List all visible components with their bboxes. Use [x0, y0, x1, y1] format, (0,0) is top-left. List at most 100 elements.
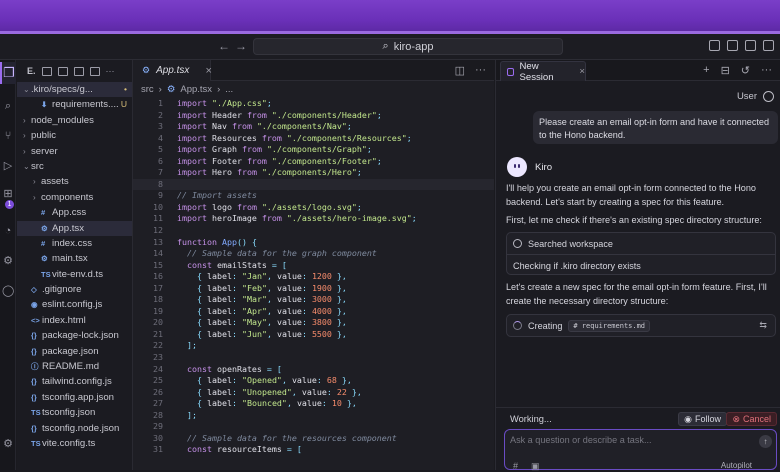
- breadcrumb-chevron-icon: ›: [158, 84, 162, 95]
- more-actions-icon[interactable]: ···: [106, 66, 115, 76]
- search-activity-icon[interactable]: ⌕: [2, 100, 14, 112]
- manage-icon[interactable]: ⚙: [2, 438, 14, 450]
- code-token: import: [177, 213, 212, 224]
- chat-input[interactable]: Ask a question or describe a task... ↑ #…: [504, 429, 777, 472]
- tree-item[interactable]: {} package-lock.json: [17, 328, 132, 343]
- follow-button[interactable]: ◉ Follow: [678, 412, 727, 426]
- tree-item[interactable]: ◇ .gitignore: [17, 282, 132, 297]
- tree-item[interactable]: › public: [17, 128, 132, 143]
- settings-sync-icon[interactable]: ⚙: [2, 255, 14, 267]
- command-search-box[interactable]: ⌕ kiro-app: [253, 38, 563, 55]
- run-debug-icon[interactable]: ▷: [2, 160, 14, 172]
- line-number: 1: [158, 98, 163, 108]
- code-token: = [: [286, 444, 302, 455]
- code-token: {: [177, 328, 207, 339]
- tab-new-session[interactable]: New Session ×: [500, 61, 586, 83]
- code-text: import Header from "./components/Header"…: [163, 110, 382, 122]
- tree-item-label: vite-env.d.ts: [52, 268, 104, 280]
- code-line: 13 function App() {: [133, 237, 494, 249]
- line-number: 23: [153, 352, 163, 363]
- tree-item[interactable]: › server: [17, 144, 132, 159]
- tree-item[interactable]: › assets: [17, 174, 132, 189]
- code-token: :: [301, 305, 312, 316]
- chat-more-icon[interactable]: ···: [761, 64, 772, 77]
- open-file-icon[interactable]: ⇆: [759, 320, 767, 331]
- tree-item[interactable]: ⬇ requirements.... U: [17, 97, 132, 112]
- breadcrumb-src[interactable]: src: [141, 84, 154, 95]
- new-file-icon[interactable]: [41, 66, 52, 76]
- extensions-icon[interactable]: ⊞: [2, 188, 14, 200]
- split-editor-icon[interactable]: ◫: [455, 64, 465, 77]
- back-arrow-icon[interactable]: ←: [217, 39, 231, 53]
- cancel-button[interactable]: ⊗ Cancel: [726, 412, 777, 426]
- history-icon[interactable]: ↺: [741, 64, 750, 77]
- send-icon[interactable]: ↑: [759, 435, 772, 448]
- code-token: Hero: [211, 167, 237, 178]
- collapse-all-icon[interactable]: [89, 66, 100, 76]
- tree-item[interactable]: {} package.json: [17, 344, 132, 359]
- tree-item[interactable]: {} tsconfig.node.json: [17, 421, 132, 436]
- code-token: ,: [286, 398, 297, 409]
- tree-item[interactable]: TStsconfig.json: [17, 405, 132, 420]
- code-token: "Jun": [241, 328, 267, 339]
- code-token: emailStats: [216, 259, 272, 270]
- tree-item[interactable]: <> index.html: [17, 313, 132, 328]
- refresh-icon[interactable]: [73, 66, 84, 76]
- tree-item[interactable]: ⓘ README.md: [17, 359, 132, 374]
- file-type-icon: ◉: [31, 300, 38, 310]
- tool-title-row[interactable]: Searched workspace: [507, 233, 775, 254]
- tree-item[interactable]: ⌄.kiro/specs/g... •: [17, 82, 132, 98]
- code-token: heroImage: [211, 213, 262, 224]
- breadcrumb-file[interactable]: App.tsx: [180, 84, 212, 95]
- close-tab-icon[interactable]: ×: [205, 65, 211, 77]
- account-icon[interactable]: ◯: [2, 285, 14, 297]
- toggle-secondary-sidebar-icon[interactable]: [745, 40, 756, 51]
- line-number: 15: [153, 259, 163, 270]
- toggle-sidebar-icon[interactable]: [709, 40, 720, 51]
- code-area[interactable]: 1 import "./App.css"; 2 import Header from …: [133, 98, 494, 456]
- tree-item[interactable]: TSvite-env.d.ts: [17, 267, 132, 282]
- tree-item[interactable]: ⚙ main.tsx: [17, 251, 132, 266]
- assistant-name: Kiro: [535, 161, 553, 173]
- close-session-icon[interactable]: ×: [579, 66, 585, 77]
- source-control-icon[interactable]: ⑂: [2, 130, 14, 142]
- tree-item[interactable]: # App.css: [17, 205, 132, 220]
- toggle-panel-icon[interactable]: [727, 40, 738, 51]
- tree-item[interactable]: {} tailwind.config.js: [17, 374, 132, 389]
- tool-detail: Checking if .kiro directory exists: [513, 260, 641, 271]
- user-message: Please create an email opt-in form and h…: [533, 111, 778, 144]
- line-number: 20: [153, 317, 163, 328]
- session-list-icon[interactable]: ⊟: [721, 64, 730, 77]
- tree-item[interactable]: › components: [17, 190, 132, 205]
- code-text: // Import assets: [163, 190, 257, 202]
- image-icon[interactable]: ▣: [531, 461, 540, 472]
- more-editor-actions-icon[interactable]: ···: [475, 64, 486, 77]
- code-text: const resourceItems = [: [163, 444, 302, 456]
- code-token: value: [276, 282, 302, 293]
- customize-layout-icon[interactable]: [763, 40, 774, 51]
- tree-item[interactable]: TSvite.config.ts: [17, 436, 132, 451]
- tree-item[interactable]: {} tsconfig.app.json: [17, 390, 132, 405]
- code-token: label: [206, 386, 232, 397]
- code-token: {: [177, 294, 207, 305]
- autopilot-toggle[interactable]: Autopilot: [721, 461, 752, 470]
- tree-item[interactable]: ⌄src: [17, 159, 132, 174]
- creating-file-pill[interactable]: # requirements.md: [568, 319, 651, 332]
- new-session-plus-icon[interactable]: +: [703, 64, 709, 77]
- tab-app-tsx[interactable]: ⚙ App.tsx ×: [133, 60, 212, 81]
- breadcrumb-more[interactable]: ...: [225, 84, 233, 95]
- code-token: :: [321, 398, 332, 409]
- forward-arrow-icon[interactable]: →: [234, 39, 248, 53]
- line-number: 25: [153, 375, 163, 386]
- explorer-icon[interactable]: ❐: [0, 62, 16, 84]
- code-token: from: [246, 155, 272, 166]
- tree-item[interactable]: › node_modules: [17, 113, 132, 128]
- code-line: 31 const resourceItems = [: [133, 444, 494, 456]
- new-folder-icon[interactable]: [57, 66, 68, 76]
- tree-item[interactable]: ◉ eslint.config.js: [17, 297, 132, 312]
- code-text: { label: "Unopened", value: 22 },: [163, 387, 362, 399]
- kiro-ghost-icon[interactable]: ◔: [2, 225, 14, 237]
- tree-item[interactable]: # index.css: [17, 236, 132, 251]
- tree-item[interactable]: ⚙ App.tsx: [17, 220, 132, 236]
- editor-tabs: ⚙ App.tsx × ◫ ···: [133, 60, 494, 81]
